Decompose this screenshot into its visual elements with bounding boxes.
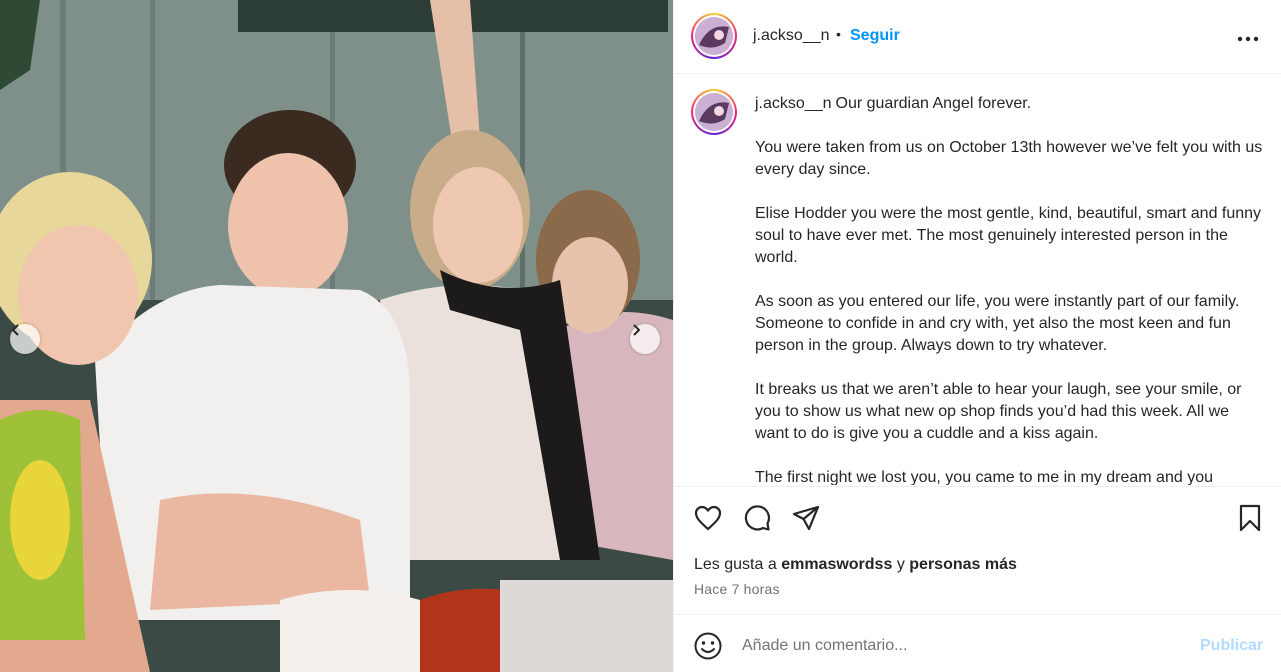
avatar[interactable] [691,13,737,59]
post-side-panel: j.ackso__n • Seguir j.ackso__n Our guardi… [673,0,1281,672]
likes-prefix: Les gusta a [694,556,777,573]
post-image [0,0,673,672]
likes-others-link[interactable]: personas más [909,556,1017,573]
username-link[interactable]: j.ackso__n [753,27,830,45]
caption-username-link[interactable]: j.ackso__n [755,95,832,112]
post-caption: j.ackso__n Our guardian Angel forever. Yo… [755,93,1265,485]
emoji-icon [693,632,723,664]
send-icon [792,504,820,535]
follow-button[interactable]: Seguir [850,27,900,45]
caption-first-line: Our guardian Angel forever. [835,95,1032,112]
publish-button[interactable]: Publicar [1200,637,1263,655]
like-button[interactable] [692,503,724,535]
caption-paragraph: The first night we lost you, you came to… [755,469,1213,485]
save-button[interactable] [1234,503,1266,535]
heart-icon [694,505,722,534]
comment-input[interactable] [742,631,1182,661]
separator-dot: • [836,26,841,42]
caption-paragraph: It breaks us that we aren’t able to hear… [755,381,1242,442]
more-horizontal-icon [1237,29,1259,45]
share-button[interactable] [790,503,822,535]
post-actions: Les gusta a emmaswordss y personas más H… [674,486,1281,606]
caption-avatar[interactable] [691,89,737,135]
comment-button[interactable] [741,503,773,535]
post-photo[interactable] [0,0,673,672]
comment-icon [743,504,771,535]
emoji-button[interactable] [693,631,723,661]
likes-conjunction: y [896,556,905,573]
options-button[interactable] [1234,25,1262,49]
caption-paragraph: You were taken from us on October 13th h… [755,139,1263,178]
next-photo-button[interactable] [630,324,660,354]
likes-summary: Les gusta a emmaswordss y personas más [694,556,1017,574]
previous-photo-button[interactable] [10,324,40,354]
post-header: j.ackso__n • Seguir [674,0,1281,74]
caption-paragraph: Elise Hodder you were the most gentle, k… [755,205,1262,266]
liked-by-user-link[interactable]: emmaswordss [781,556,892,573]
comment-bar: Publicar [674,614,1281,672]
bookmark-icon [1238,504,1262,535]
post-timestamp[interactable]: Hace 7 horas [694,581,780,597]
caption-paragraph: As soon as you entered our life, you wer… [755,293,1240,354]
caption-scroll-area[interactable]: j.ackso__n Our guardian Angel forever. Yo… [674,75,1281,485]
